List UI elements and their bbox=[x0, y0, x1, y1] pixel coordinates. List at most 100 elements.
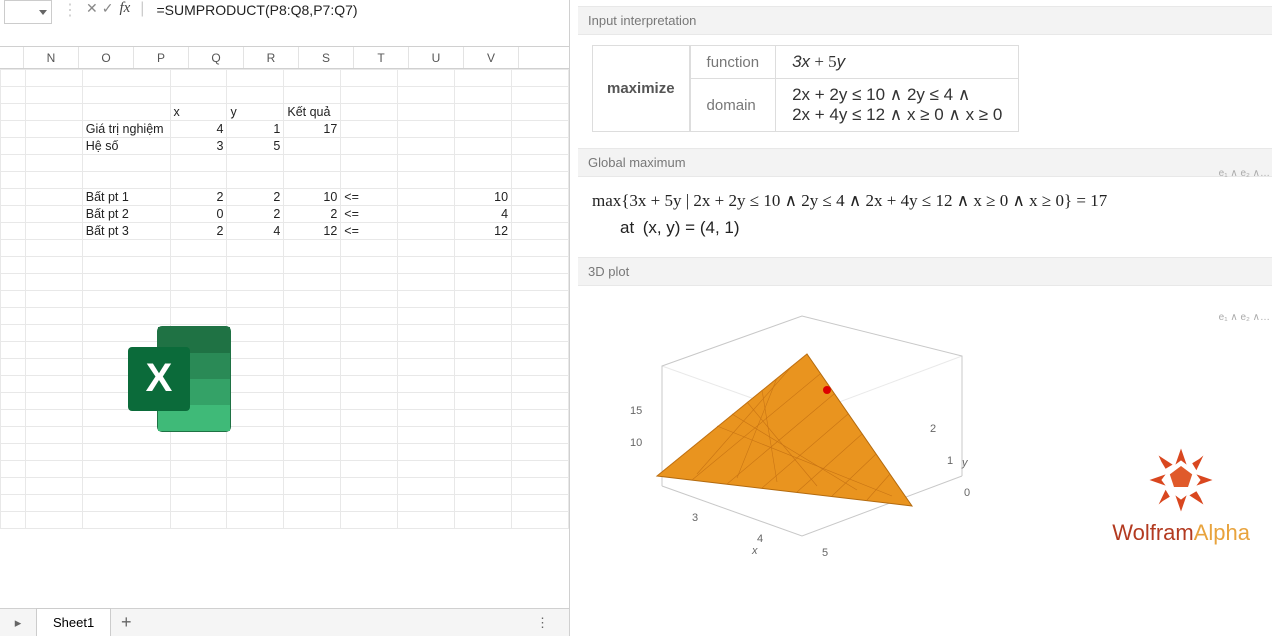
cell[interactable] bbox=[25, 325, 82, 342]
cell[interactable] bbox=[341, 172, 398, 189]
cell[interactable] bbox=[227, 478, 284, 495]
cell[interactable] bbox=[398, 393, 455, 410]
cell[interactable] bbox=[1, 461, 26, 478]
cell[interactable] bbox=[512, 325, 569, 342]
cell[interactable] bbox=[512, 410, 569, 427]
cell[interactable] bbox=[227, 461, 284, 478]
cell[interactable] bbox=[25, 478, 82, 495]
cell[interactable] bbox=[1, 240, 26, 257]
cell[interactable] bbox=[1, 308, 26, 325]
column-header[interactable]: R bbox=[244, 47, 299, 68]
cell[interactable] bbox=[25, 70, 82, 87]
cell[interactable] bbox=[170, 478, 227, 495]
cell[interactable] bbox=[398, 444, 455, 461]
cell[interactable] bbox=[1, 393, 26, 410]
cell[interactable] bbox=[284, 461, 341, 478]
cell[interactable] bbox=[1, 155, 26, 172]
cell[interactable] bbox=[455, 325, 512, 342]
cell[interactable] bbox=[455, 342, 512, 359]
cell[interactable] bbox=[341, 393, 398, 410]
cell[interactable] bbox=[284, 359, 341, 376]
cell[interactable] bbox=[170, 495, 227, 512]
cell[interactable]: 10 bbox=[455, 189, 512, 206]
cell[interactable] bbox=[82, 104, 170, 121]
cell[interactable] bbox=[512, 478, 569, 495]
cell[interactable] bbox=[25, 104, 82, 121]
cell[interactable] bbox=[227, 512, 284, 529]
cell[interactable]: 2 bbox=[284, 206, 341, 223]
cell[interactable] bbox=[398, 155, 455, 172]
cell[interactable] bbox=[227, 155, 284, 172]
column-header[interactable]: S bbox=[299, 47, 354, 68]
cell[interactable] bbox=[398, 257, 455, 274]
cell[interactable] bbox=[284, 325, 341, 342]
cell[interactable] bbox=[455, 427, 512, 444]
cell[interactable] bbox=[398, 172, 455, 189]
cell[interactable] bbox=[512, 274, 569, 291]
cell[interactable] bbox=[1, 274, 26, 291]
cell[interactable] bbox=[341, 359, 398, 376]
cell[interactable]: 2 bbox=[170, 223, 227, 240]
cell[interactable] bbox=[455, 359, 512, 376]
cell[interactable] bbox=[170, 274, 227, 291]
cell[interactable] bbox=[1, 223, 26, 240]
cell[interactable] bbox=[25, 155, 82, 172]
cell[interactable] bbox=[512, 376, 569, 393]
cell[interactable] bbox=[1, 121, 26, 138]
cell[interactable] bbox=[170, 461, 227, 478]
cell[interactable] bbox=[284, 376, 341, 393]
cell[interactable] bbox=[284, 70, 341, 87]
cell[interactable] bbox=[284, 495, 341, 512]
cell[interactable] bbox=[341, 70, 398, 87]
cell[interactable]: x bbox=[170, 104, 227, 121]
cell[interactable] bbox=[82, 172, 170, 189]
cell[interactable]: Bất pt 3 bbox=[82, 223, 170, 240]
cell[interactable] bbox=[512, 240, 569, 257]
cell[interactable] bbox=[82, 70, 170, 87]
cell[interactable]: 4 bbox=[170, 121, 227, 138]
cell[interactable] bbox=[341, 461, 398, 478]
cell[interactable] bbox=[1, 206, 26, 223]
cell[interactable] bbox=[284, 393, 341, 410]
cell[interactable] bbox=[455, 410, 512, 427]
cell[interactable] bbox=[82, 495, 170, 512]
cell[interactable] bbox=[170, 87, 227, 104]
cell[interactable] bbox=[398, 291, 455, 308]
cell[interactable]: Bất pt 1 bbox=[82, 189, 170, 206]
cell[interactable] bbox=[1, 257, 26, 274]
cell[interactable] bbox=[398, 223, 455, 240]
cell[interactable] bbox=[512, 223, 569, 240]
column-header[interactable]: Q bbox=[189, 47, 244, 68]
cell[interactable] bbox=[25, 444, 82, 461]
cell[interactable] bbox=[455, 512, 512, 529]
cell[interactable] bbox=[398, 70, 455, 87]
cell[interactable] bbox=[82, 87, 170, 104]
cell[interactable]: 2 bbox=[170, 189, 227, 206]
cell[interactable] bbox=[512, 512, 569, 529]
fx-icon[interactable]: fx bbox=[119, 0, 130, 17]
cell[interactable] bbox=[398, 274, 455, 291]
cell[interactable] bbox=[398, 478, 455, 495]
cell[interactable] bbox=[170, 291, 227, 308]
cell[interactable] bbox=[25, 206, 82, 223]
cell[interactable] bbox=[170, 172, 227, 189]
cell[interactable] bbox=[25, 308, 82, 325]
cell[interactable] bbox=[82, 291, 170, 308]
cell[interactable] bbox=[341, 155, 398, 172]
cell[interactable] bbox=[25, 512, 82, 529]
cell[interactable] bbox=[25, 240, 82, 257]
cell[interactable] bbox=[398, 410, 455, 427]
cell[interactable] bbox=[25, 223, 82, 240]
cell[interactable] bbox=[1, 342, 26, 359]
cell[interactable] bbox=[25, 121, 82, 138]
cell[interactable] bbox=[341, 240, 398, 257]
cell[interactable] bbox=[341, 325, 398, 342]
cell[interactable] bbox=[455, 87, 512, 104]
cell[interactable] bbox=[512, 359, 569, 376]
cell[interactable] bbox=[398, 206, 455, 223]
cell[interactable]: 0 bbox=[170, 206, 227, 223]
cell[interactable] bbox=[512, 461, 569, 478]
cell[interactable] bbox=[82, 240, 170, 257]
cell[interactable] bbox=[455, 308, 512, 325]
cell[interactable] bbox=[25, 342, 82, 359]
